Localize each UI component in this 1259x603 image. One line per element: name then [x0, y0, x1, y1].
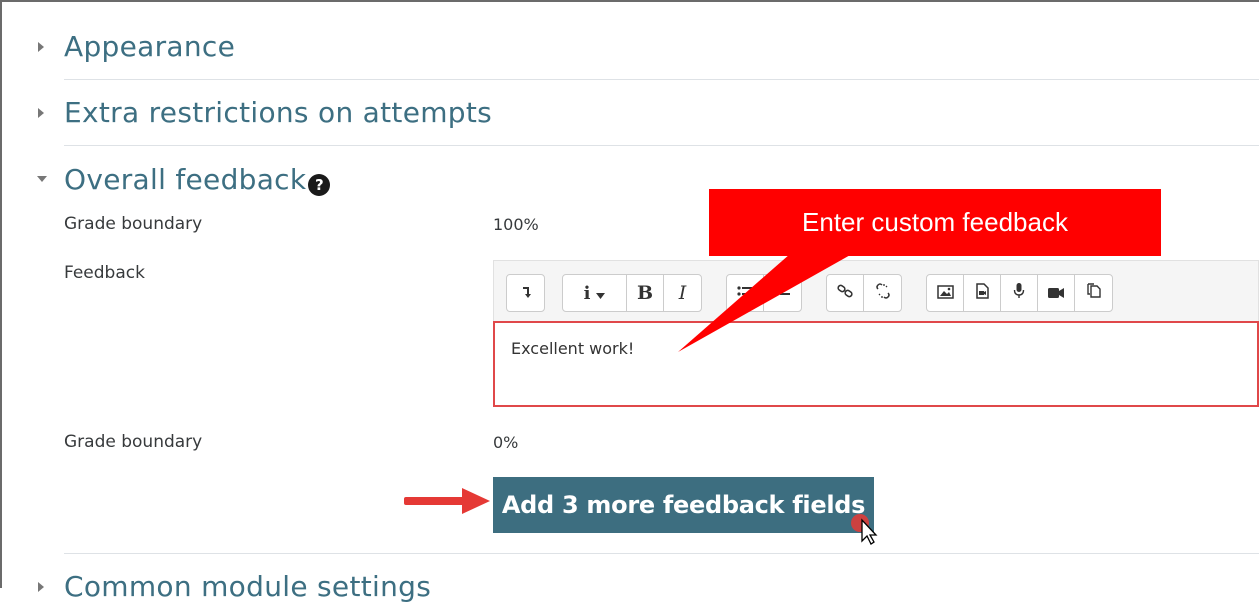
unlink-icon — [875, 282, 891, 304]
link-icon — [837, 283, 853, 304]
unordered-list-icon — [737, 283, 753, 304]
grade-boundary-value: 100% — [493, 215, 539, 234]
insert-media-button[interactable] — [964, 275, 1001, 311]
feedback-editor-text: Excellent work! — [511, 339, 635, 358]
toolbar-group-links — [826, 274, 902, 312]
callout-text: Enter custom feedback — [802, 207, 1068, 237]
feedback-editor[interactable]: Excellent work! — [493, 321, 1259, 407]
divider — [64, 553, 1259, 554]
info-icon: i — [583, 282, 591, 304]
caret-right-icon — [36, 36, 58, 58]
section-title-extra-restrictions: Extra restrictions on attempts — [64, 96, 493, 129]
toolbar-group-media — [926, 274, 1113, 312]
toolbar-group-lists — [726, 274, 802, 312]
section-toggle-extra-restrictions[interactable]: Extra restrictions on attempts — [36, 96, 492, 129]
section-toggle-overall-feedback[interactable]: Overall feedback ? — [36, 162, 331, 196]
record-video-button[interactable] — [1038, 275, 1075, 311]
bold-icon: B — [636, 282, 654, 304]
section-title-overall-feedback: Overall feedback — [64, 162, 307, 196]
ordered-list-icon — [774, 283, 791, 304]
divider — [64, 145, 1259, 146]
caret-right-icon — [36, 102, 58, 124]
add-feedback-fields-button[interactable]: Add 3 more feedback fields — [493, 477, 874, 533]
paragraph-styles-button[interactable]: i — [563, 275, 627, 311]
divider — [64, 79, 1259, 80]
manage-files-icon — [1086, 282, 1102, 304]
section-toggle-common-module-settings[interactable]: Common module settings — [36, 570, 431, 603]
unlink-button[interactable] — [864, 275, 901, 311]
mouse-cursor-icon — [851, 514, 878, 545]
image-icon — [936, 283, 954, 304]
microphone-icon — [1013, 282, 1025, 304]
grade-boundary-label: Grade boundary — [64, 214, 203, 234]
manage-files-button[interactable] — [1075, 275, 1112, 311]
italic-button[interactable]: I — [664, 275, 701, 311]
video-camera-icon — [1047, 283, 1065, 304]
toolbar-group-format: i B I — [562, 274, 702, 312]
toolbar-group-expand — [506, 274, 545, 312]
italic-icon: I — [678, 282, 687, 304]
media-file-icon — [975, 282, 989, 304]
grade-boundary-label: Grade boundary — [64, 432, 203, 452]
question-circle-icon[interactable]: ? — [308, 174, 331, 196]
feedback-label: Feedback — [64, 263, 145, 283]
insert-image-button[interactable] — [927, 275, 964, 311]
arrow-right-icon — [404, 488, 490, 514]
editor-toolbar: i B I — [493, 260, 1259, 322]
caret-right-icon — [36, 576, 58, 598]
chevron-down-icon — [596, 283, 606, 304]
section-title-appearance: Appearance — [64, 30, 236, 63]
unordered-list-button[interactable] — [727, 275, 764, 311]
section-toggle-appearance[interactable]: Appearance — [36, 30, 235, 63]
bold-button[interactable]: B — [627, 275, 664, 311]
grade-boundary-value: 0% — [493, 433, 519, 452]
section-title-common-module-settings: Common module settings — [64, 570, 432, 603]
annotation-callout: Enter custom feedback — [709, 189, 1161, 256]
show-more-buttons-icon[interactable] — [507, 275, 544, 311]
ordered-list-button[interactable] — [764, 275, 801, 311]
caret-down-icon — [36, 168, 58, 190]
record-audio-button[interactable] — [1001, 275, 1038, 311]
link-button[interactable] — [827, 275, 864, 311]
